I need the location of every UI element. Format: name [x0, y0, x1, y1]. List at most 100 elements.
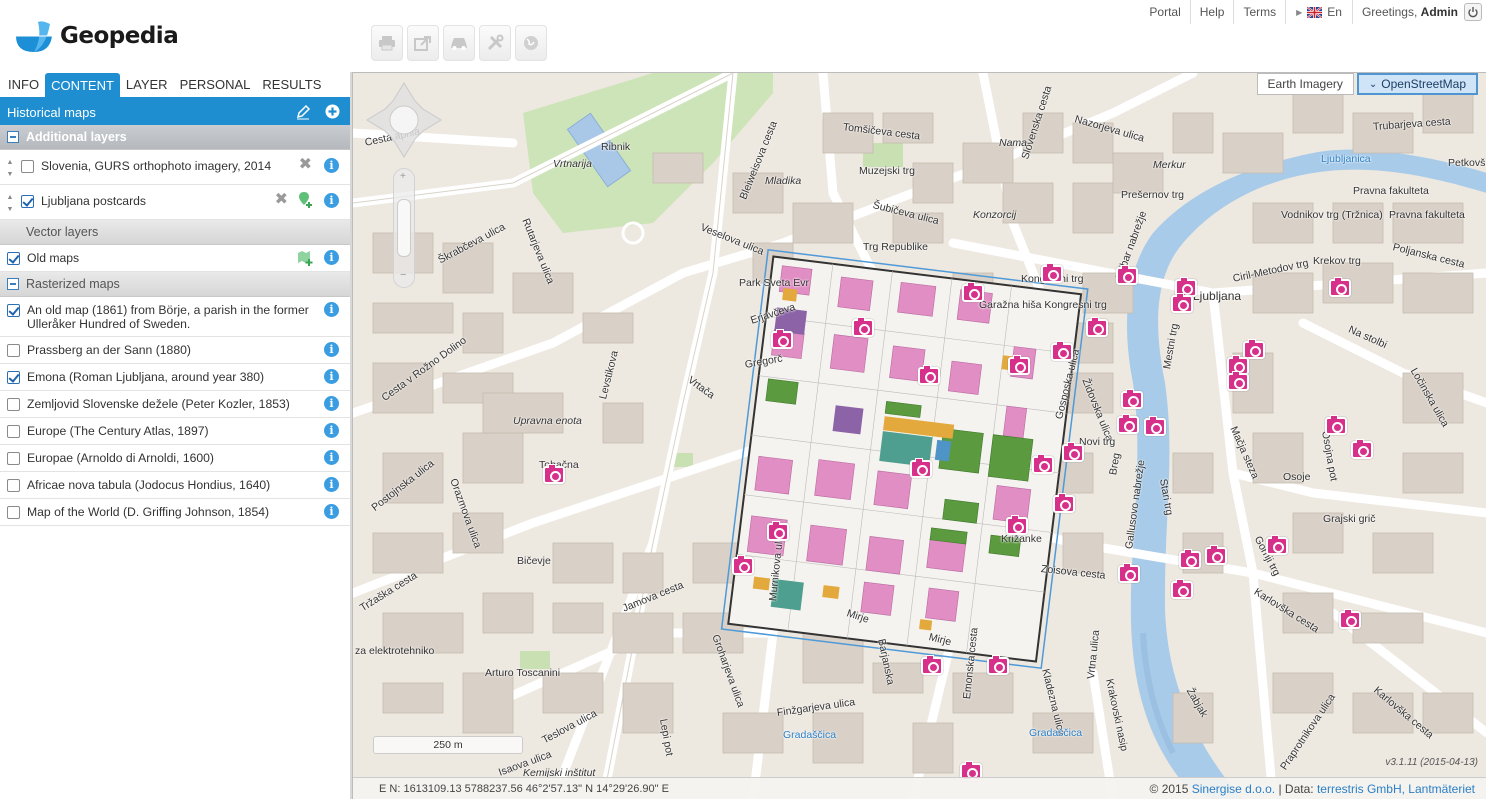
postcard-marker[interactable]: [771, 329, 793, 349]
info-button[interactable]: i: [324, 450, 339, 465]
add-feature-button[interactable]: [296, 249, 314, 270]
add-feature-button[interactable]: [296, 191, 314, 212]
layer-label: An old map (1861) from Börje, a parish i…: [27, 303, 309, 331]
sinergise-link[interactable]: Sinergise d.o.o.: [1192, 782, 1275, 796]
layer-checkbox[interactable]: [21, 195, 34, 208]
zoom-out-icon[interactable]: −: [400, 269, 406, 281]
earth-imagery-button[interactable]: Earth Imagery: [1256, 73, 1354, 95]
postcard-marker[interactable]: [732, 555, 754, 575]
tab-personal[interactable]: PERSONAL: [174, 77, 257, 97]
info-button[interactable]: i: [324, 158, 339, 173]
sort-arrows-icon[interactable]: ▲ ▼: [5, 194, 15, 213]
postcard-marker[interactable]: [1351, 439, 1373, 459]
edit-icon[interactable]: [295, 104, 311, 120]
postcard-marker[interactable]: [1144, 416, 1166, 436]
collapse-icon[interactable]: [7, 131, 19, 143]
info-button[interactable]: i: [324, 369, 339, 384]
data-source-link[interactable]: terrestris GmbH, Lantmäteriet: [1317, 782, 1475, 796]
info-button[interactable]: i: [324, 504, 339, 519]
postcard-marker[interactable]: [1086, 317, 1108, 337]
postcard-marker[interactable]: [1325, 415, 1347, 435]
postcard-marker[interactable]: [987, 655, 1009, 675]
place-label: Garažna hiša Kongresni trg: [979, 299, 1107, 311]
zoom-in-icon[interactable]: +: [400, 171, 406, 182]
info-button[interactable]: i: [324, 423, 339, 438]
section-rasterized-maps[interactable]: Rasterized maps: [0, 272, 350, 297]
layer-checkbox[interactable]: [7, 479, 20, 492]
postcard-marker[interactable]: [1053, 493, 1075, 513]
postcard-marker[interactable]: [1171, 579, 1193, 599]
postcard-marker[interactable]: [1032, 454, 1054, 474]
postcard-marker[interactable]: [1062, 442, 1084, 462]
postcard-marker[interactable]: [1041, 263, 1063, 283]
info-button[interactable]: i: [324, 302, 339, 317]
layer-checkbox[interactable]: [7, 371, 20, 384]
tab-layer[interactable]: LAYER: [120, 77, 174, 97]
route-button[interactable]: [443, 25, 475, 61]
layer-checkbox[interactable]: [7, 452, 20, 465]
layer-checkbox[interactable]: [7, 425, 20, 438]
info-button[interactable]: i: [324, 250, 339, 265]
zoom-handle[interactable]: [397, 199, 411, 257]
layer-label: Prassberg an der Sann (1880): [27, 343, 191, 357]
layer-checkbox[interactable]: [21, 160, 34, 173]
user-name[interactable]: Admin: [1421, 5, 1458, 19]
globe-button[interactable]: [515, 25, 547, 61]
info-button[interactable]: i: [324, 342, 339, 357]
postcard-marker[interactable]: [1118, 563, 1140, 583]
version-label: v3.1.11 (2015-04-13): [1385, 757, 1478, 768]
postcard-marker[interactable]: [918, 365, 940, 385]
print-button[interactable]: [371, 25, 403, 61]
add-icon[interactable]: [325, 104, 340, 119]
postcard-marker[interactable]: [962, 282, 984, 302]
tab-results[interactable]: RESULTS: [256, 77, 327, 97]
postcard-marker[interactable]: [1006, 515, 1028, 535]
share-button[interactable]: [407, 25, 439, 61]
geopedia-logo[interactable]: Geopedia: [12, 14, 192, 58]
group-title[interactable]: Historical maps: [0, 99, 350, 125]
postcard-marker[interactable]: [767, 521, 789, 541]
remove-icon[interactable]: ✖: [299, 157, 312, 173]
openstreetmap-button[interactable]: ⌄ OpenStreetMap: [1356, 73, 1478, 95]
terms-link[interactable]: Terms: [1234, 0, 1287, 24]
layer-checkbox[interactable]: [7, 398, 20, 411]
postcard-marker[interactable]: [1121, 389, 1143, 409]
postcard-marker[interactable]: [852, 317, 874, 337]
postcard-marker[interactable]: [1116, 265, 1138, 285]
postcard-marker[interactable]: [910, 458, 932, 478]
postcard-marker[interactable]: [1117, 414, 1139, 434]
collapse-icon[interactable]: [7, 278, 19, 290]
tab-info[interactable]: INFO: [2, 77, 45, 97]
tools-button[interactable]: [479, 25, 511, 61]
layer-checkbox[interactable]: [7, 344, 20, 357]
postcard-marker[interactable]: [1008, 355, 1030, 375]
layer-checkbox[interactable]: [7, 304, 20, 317]
logout-button[interactable]: [1464, 3, 1482, 21]
portal-link[interactable]: Portal: [1140, 0, 1191, 24]
tab-content[interactable]: CONTENT: [45, 73, 120, 97]
language-selector[interactable]: ▶ En: [1286, 0, 1353, 24]
info-button[interactable]: i: [324, 396, 339, 411]
remove-icon[interactable]: ✖: [275, 192, 288, 208]
postcard-marker[interactable]: [1266, 535, 1288, 555]
layer-checkbox[interactable]: [7, 252, 20, 265]
postcard-marker[interactable]: [921, 655, 943, 675]
section-additional-layers[interactable]: Additional layers: [0, 125, 350, 150]
pan-control[interactable]: [365, 81, 443, 159]
postcard-marker[interactable]: [1339, 609, 1361, 629]
postcard-marker[interactable]: [1179, 549, 1201, 569]
postcard-marker[interactable]: [1329, 277, 1351, 297]
postcard-marker[interactable]: [543, 464, 565, 484]
postcard-marker[interactable]: [1205, 545, 1227, 565]
zoom-slider[interactable]: + −: [393, 168, 415, 288]
map-view[interactable]: Cesta aprila Vrtnarija Ribnik Bleiweisov…: [352, 72, 1486, 799]
postcard-marker[interactable]: [1051, 341, 1073, 361]
postcard-marker[interactable]: [1171, 293, 1193, 313]
help-link[interactable]: Help: [1191, 0, 1235, 24]
postcard-marker[interactable]: [1227, 371, 1249, 391]
section-vector-layers[interactable]: Vector layers: [0, 220, 350, 245]
info-button[interactable]: i: [324, 193, 339, 208]
info-button[interactable]: i: [324, 477, 339, 492]
sort-arrows-icon[interactable]: ▲ ▼: [5, 159, 15, 178]
layer-checkbox[interactable]: [7, 506, 20, 519]
